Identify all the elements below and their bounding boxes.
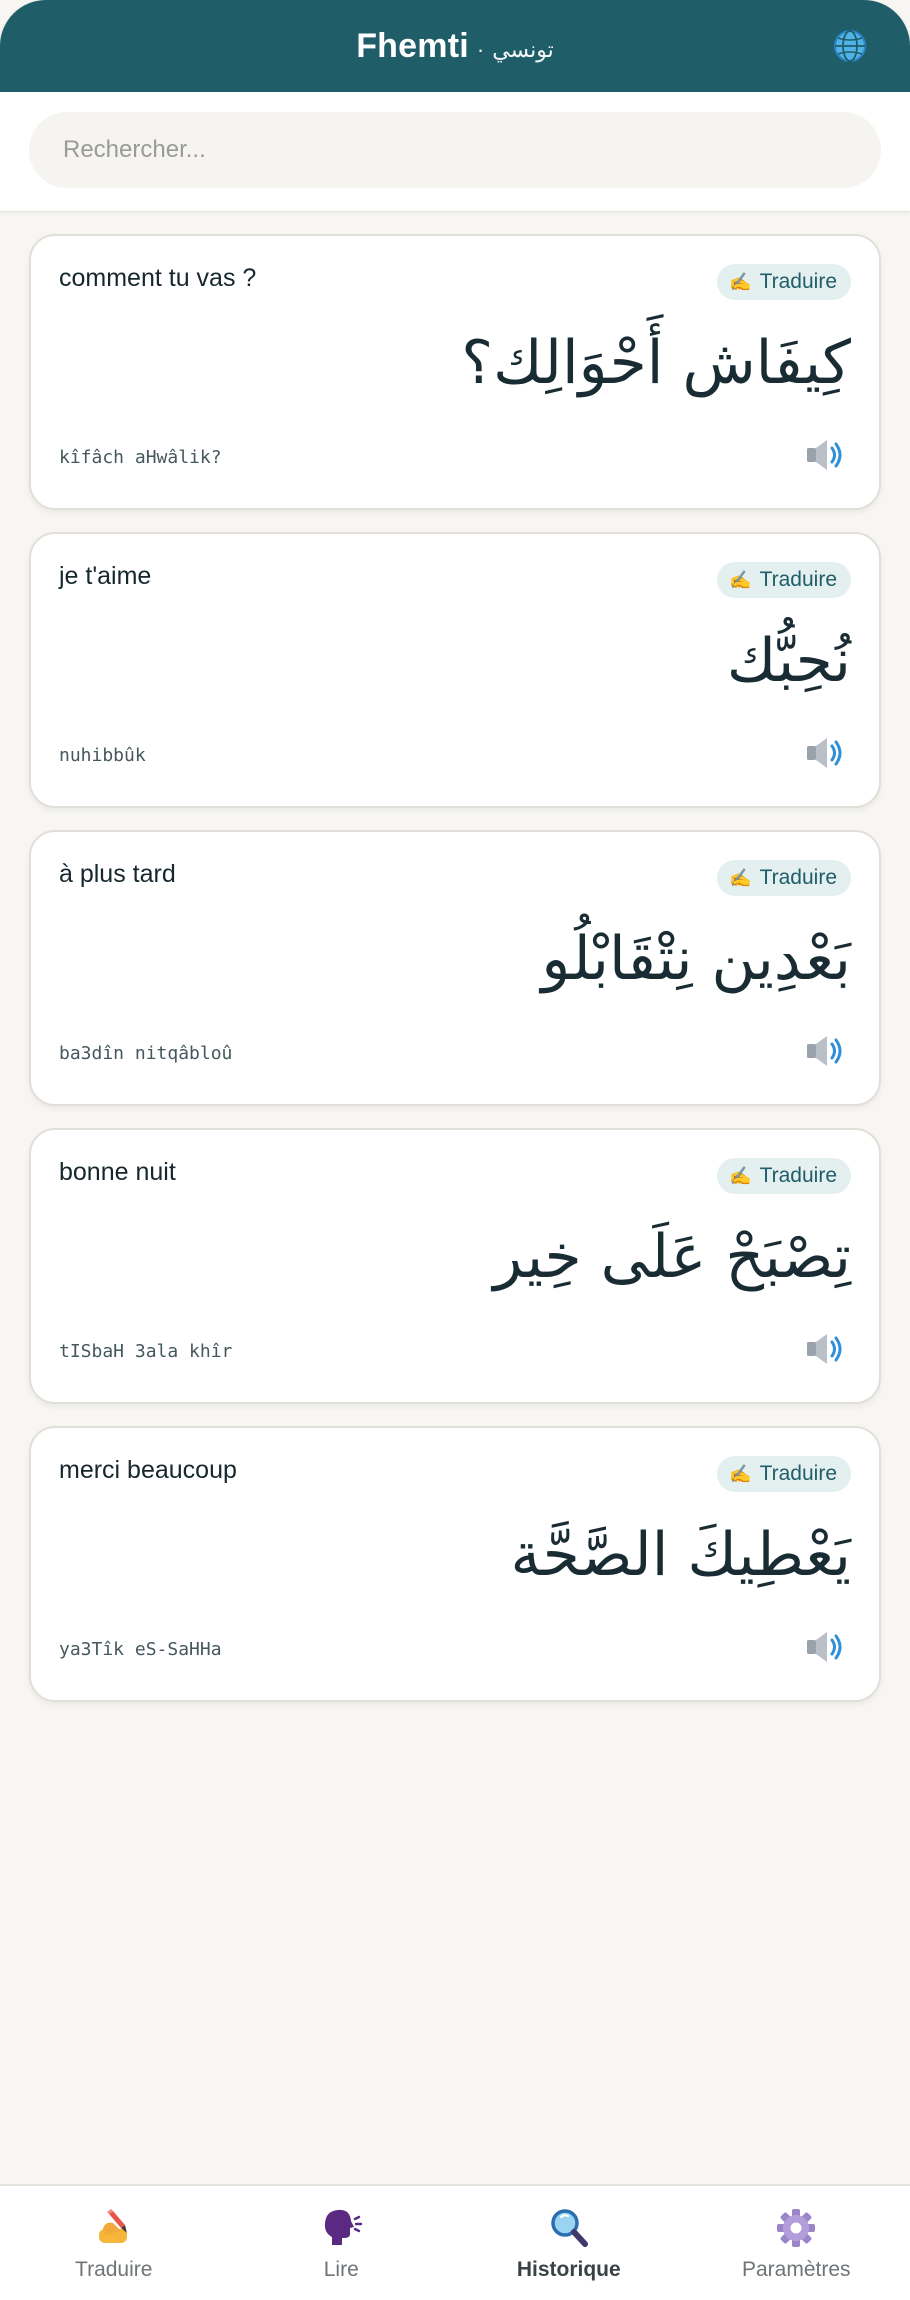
history-card[interactable]: merci beaucoup ✍️ Traduire يَعْطِيكَ الص… (29, 1426, 881, 1702)
writing-hand-icon: ✍️ (729, 1166, 752, 1186)
transliteration: ya3Tîk eS-SaHHa (59, 1639, 222, 1660)
title-separator: · (476, 36, 485, 62)
speaker-icon (807, 1334, 842, 1364)
writing-hand-icon: ✍️ (729, 272, 752, 292)
speaker-icon (807, 1632, 842, 1662)
nav-item-historique[interactable]: Historique (455, 2186, 683, 2300)
badge-label: Traduire (759, 1164, 837, 1187)
play-audio-button[interactable] (805, 1630, 845, 1664)
arabic-translation: كِيفَاش أَحْوَالِك؟ (461, 328, 851, 398)
nav-label: Lire (323, 2258, 359, 2281)
nav-item-traduire[interactable]: Traduire (0, 2186, 228, 2300)
history-card[interactable]: je t'aime ✍️ Traduire نُحِبُّك nuhibbûk (29, 532, 881, 808)
dialect-label: تونسي (492, 37, 554, 63)
arabic-translation: بَعْدِين نِتْقَابْلُو (541, 924, 851, 994)
globe-icon (834, 30, 866, 62)
writing-hand-icon: ✍️ (729, 570, 752, 590)
arabic-translation: نُحِبُّك (726, 626, 851, 696)
nav-label: Traduire (75, 2258, 153, 2281)
bottom-nav: Traduire Lire Historique Paramètres (0, 2184, 910, 2300)
app-name: Fhemti (356, 26, 469, 65)
history-card[interactable]: comment tu vas ? ✍️ Traduire كِيفَاش أَح… (29, 234, 881, 510)
header-title: Fhemti · تونسي (356, 27, 554, 66)
magnifier-icon (545, 2204, 593, 2252)
arabic-translation: تِصْبَحْ عَلَى خِير (493, 1222, 851, 1292)
nav-label: Historique (516, 2258, 621, 2281)
writing-hand-icon: ✍️ (729, 868, 752, 888)
badge-label: Traduire (759, 1462, 837, 1485)
search-bar (0, 92, 910, 212)
transliteration: tISbaH 3ala khîr (59, 1341, 233, 1362)
history-card[interactable]: bonne nuit ✍️ Traduire تِصْبَحْ عَلَى خِ… (29, 1128, 881, 1404)
search-input[interactable] (29, 112, 881, 188)
transliteration: nuhibbûk (59, 745, 146, 766)
translate-badge[interactable]: ✍️ Traduire (717, 1158, 851, 1194)
speaking-head-icon (317, 2204, 365, 2252)
transliteration: kîfâch aHwâlik? (59, 447, 222, 468)
nav-label: Paramètres (741, 2258, 851, 2281)
french-phrase: à plus tard (59, 860, 176, 888)
translate-badge[interactable]: ✍️ Traduire (717, 264, 851, 300)
badge-label: Traduire (759, 866, 837, 889)
french-phrase: merci beaucoup (59, 1456, 237, 1484)
transliteration: ba3dîn nitqâbloû (59, 1043, 233, 1064)
play-audio-button[interactable] (805, 1034, 845, 1068)
gear-icon (772, 2204, 820, 2252)
nav-item-parametres[interactable]: Paramètres (683, 2186, 910, 2300)
writing-hand-icon (90, 2204, 138, 2252)
translate-badge[interactable]: ✍️ Traduire (717, 1456, 851, 1492)
app-header: Fhemti · تونسي (0, 0, 910, 92)
speaker-icon (807, 738, 842, 768)
badge-label: Traduire (759, 270, 837, 293)
french-phrase: comment tu vas ? (59, 264, 257, 292)
nav-item-lire[interactable]: Lire (228, 2186, 456, 2300)
translate-badge[interactable]: ✍️ Traduire (717, 562, 851, 598)
play-audio-button[interactable] (805, 438, 845, 472)
history-card[interactable]: à plus tard ✍️ Traduire بَعْدِين نِتْقَا… (29, 830, 881, 1106)
french-phrase: bonne nuit (59, 1158, 176, 1186)
language-button[interactable] (830, 26, 870, 66)
badge-label: Traduire (759, 568, 837, 591)
history-list: comment tu vas ? ✍️ Traduire كِيفَاش أَح… (29, 234, 881, 1724)
translate-badge[interactable]: ✍️ Traduire (717, 860, 851, 896)
speaker-icon (807, 440, 842, 470)
app-root: Fhemti · تونسي comment tu vas ? ✍️ Tradu… (0, 0, 910, 2300)
arabic-translation: يَعْطِيكَ الصَّحَّة (510, 1520, 852, 1590)
french-phrase: je t'aime (59, 562, 152, 590)
speaker-icon (807, 1036, 842, 1066)
writing-hand-icon: ✍️ (729, 1464, 752, 1484)
play-audio-button[interactable] (805, 736, 845, 770)
play-audio-button[interactable] (805, 1332, 845, 1366)
